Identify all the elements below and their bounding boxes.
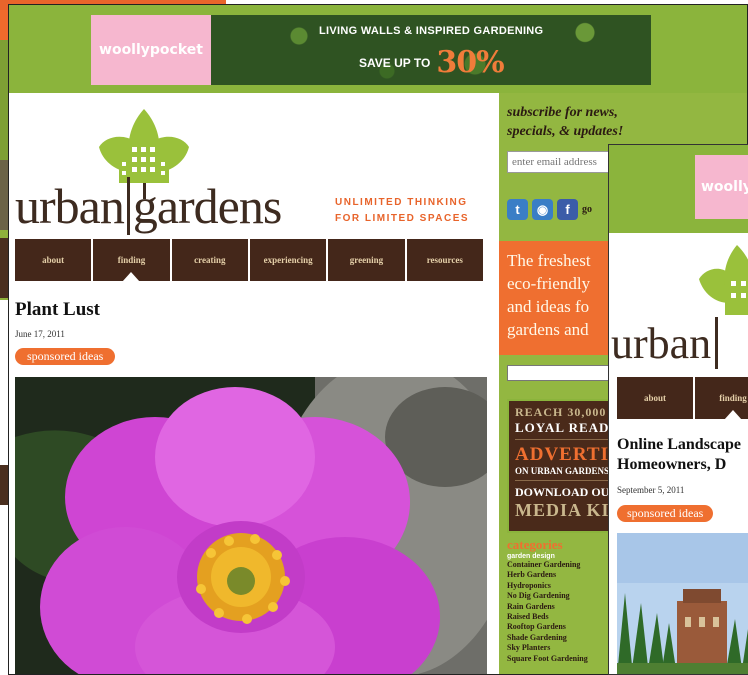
ad-brand-logo: woollypocket <box>91 15 211 85</box>
secondary-browser-window: woollypocket urban about finding Online … <box>608 144 748 675</box>
site-title-stem <box>126 177 130 235</box>
nav-item-greening[interactable]: greening <box>328 239 405 281</box>
nav-item-finding[interactable]: finding <box>93 239 170 282</box>
secondary-post-title-line-2: Homeowners, D <box>617 456 727 473</box>
nav-item-about[interactable]: about <box>15 239 92 281</box>
secondary-post-title-line-1: Online Landscape <box>617 436 742 453</box>
category-link[interactable]: Raised Beds <box>507 612 617 622</box>
nav-label: about <box>42 255 65 265</box>
nav-label: finding <box>117 255 146 265</box>
subscribe-line-1: subscribe for news, <box>507 105 618 120</box>
categories-heading: categories <box>507 537 563 552</box>
post-date: June 17, 2011 <box>15 329 65 339</box>
active-nav-marker-icon <box>122 272 141 282</box>
site-title[interactable]: urban gardens <box>15 177 282 235</box>
secondary-post-title[interactable]: Online Landscape Homeowners, D <box>617 435 748 475</box>
secondary-nav-finding[interactable]: finding <box>695 377 748 420</box>
nav-label: finding <box>719 393 747 403</box>
secondary-post-tag[interactable]: sponsored ideas <box>617 505 714 522</box>
category-link[interactable]: Rooftop Gardens <box>507 622 617 632</box>
tagline-line-1: UNLIMITED THINKING <box>335 197 468 208</box>
ad-save-text: SAVE UP TO <box>359 55 431 70</box>
category-link[interactable]: No Dig Gardening <box>507 591 617 601</box>
ad-headline: LIVING WALLS & INSPIRED GARDENING <box>319 25 544 37</box>
main-navigation: about finding creating experiencing gree… <box>15 239 483 282</box>
secondary-header-banner: woollypocket <box>609 145 748 233</box>
ad-save-percent: 30% <box>436 45 504 80</box>
category-link[interactable]: Herb Gardens <box>507 570 617 580</box>
category-link[interactable]: Rain Gardens <box>507 602 617 612</box>
subscribe-line-2: specials, & updates! <box>507 124 624 139</box>
categories-list: Container Gardening Herb Gardens Hydropo… <box>507 560 617 664</box>
nav-label: about <box>643 393 666 403</box>
secondary-ad-logo[interactable]: woollypocket <box>695 155 748 219</box>
subscribe-heading: subscribe for news, specials, & updates! <box>507 103 657 141</box>
secondary-hero-image <box>617 533 748 674</box>
active-nav-marker-icon <box>724 410 742 420</box>
category-link[interactable]: Square Foot Gardening <box>507 654 617 664</box>
ad-offer: SAVE UP TO 30% <box>359 45 505 80</box>
categories-widget: categories garden design Container Garde… <box>507 537 617 664</box>
site-title-gardens: gardens <box>132 178 282 234</box>
social-more-link[interactable]: go <box>582 204 592 215</box>
secondary-title-stem <box>715 317 719 369</box>
category-link[interactable]: Sky Planters <box>507 643 617 653</box>
secondary-post-date: September 5, 2011 <box>617 485 685 495</box>
rss-icon[interactable]: ◉ <box>532 199 553 220</box>
secondary-nav-about[interactable]: about <box>617 377 693 419</box>
social-links: t ◉ f go <box>507 199 592 220</box>
header-banner-band: woollypocket LIVING WALLS & INSPIRED GAR… <box>9 5 747 93</box>
nav-label: resources <box>426 255 463 265</box>
facebook-icon[interactable]: f <box>557 199 578 220</box>
nav-label: greening <box>349 255 384 265</box>
secondary-title-urban: urban <box>611 319 712 368</box>
categories-subheading: garden design <box>507 553 555 560</box>
category-link[interactable]: Shade Gardening <box>507 633 617 643</box>
nav-item-experiencing[interactable]: experiencing <box>249 239 327 281</box>
advertisement-banner[interactable]: woollypocket LIVING WALLS & INSPIRED GAR… <box>91 15 651 85</box>
site-tagline: UNLIMITED THINKING FOR LIMITED SPACES <box>335 195 469 227</box>
post-title[interactable]: Plant Lust <box>15 299 100 321</box>
hero-flower-image <box>15 377 487 674</box>
category-link[interactable]: Container Gardening <box>507 560 617 570</box>
tagline-line-2: FOR LIMITED SPACES <box>335 213 470 224</box>
twitter-icon[interactable]: t <box>507 199 528 220</box>
site-title-urban: urban <box>15 178 125 234</box>
secondary-site-title[interactable]: urban <box>611 317 719 369</box>
post-category-tag[interactable]: sponsored ideas <box>15 348 116 365</box>
nav-item-creating[interactable]: creating <box>171 239 248 281</box>
secondary-navigation: about finding <box>617 377 748 420</box>
nav-item-resources[interactable]: resources <box>406 239 483 281</box>
nav-label: creating <box>194 255 226 265</box>
category-link[interactable]: Hydroponics <box>507 581 617 591</box>
secondary-logo-leaf-icon[interactable] <box>697 241 748 321</box>
nav-label: experiencing <box>263 255 313 265</box>
